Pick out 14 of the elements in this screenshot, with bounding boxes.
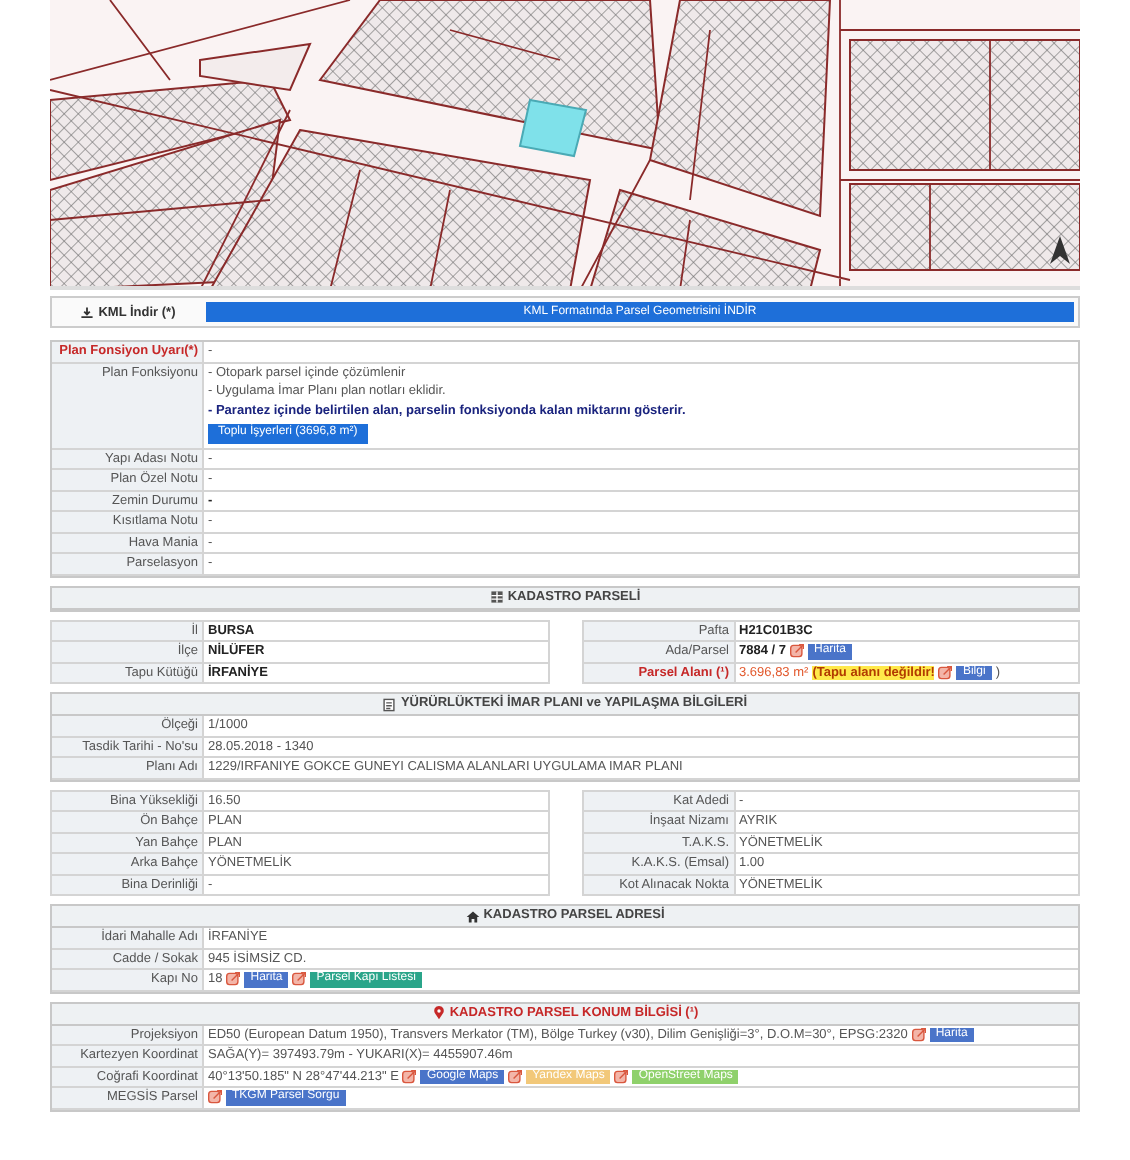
download-icon xyxy=(80,305,95,319)
home-icon xyxy=(465,909,480,923)
external-link-icon xyxy=(790,644,804,659)
external-link-icon xyxy=(292,972,307,987)
document-icon xyxy=(382,697,397,711)
external-link-icon xyxy=(911,1027,926,1042)
external-link-icon xyxy=(614,1069,629,1084)
external-link-icon xyxy=(208,1090,222,1105)
external-link-icon xyxy=(402,1069,417,1084)
external-link-icon xyxy=(508,1069,523,1084)
external-link-icon xyxy=(938,665,953,680)
grid-icon xyxy=(489,590,504,604)
map-pin-icon xyxy=(431,1006,446,1020)
external-link-icon xyxy=(226,972,241,987)
